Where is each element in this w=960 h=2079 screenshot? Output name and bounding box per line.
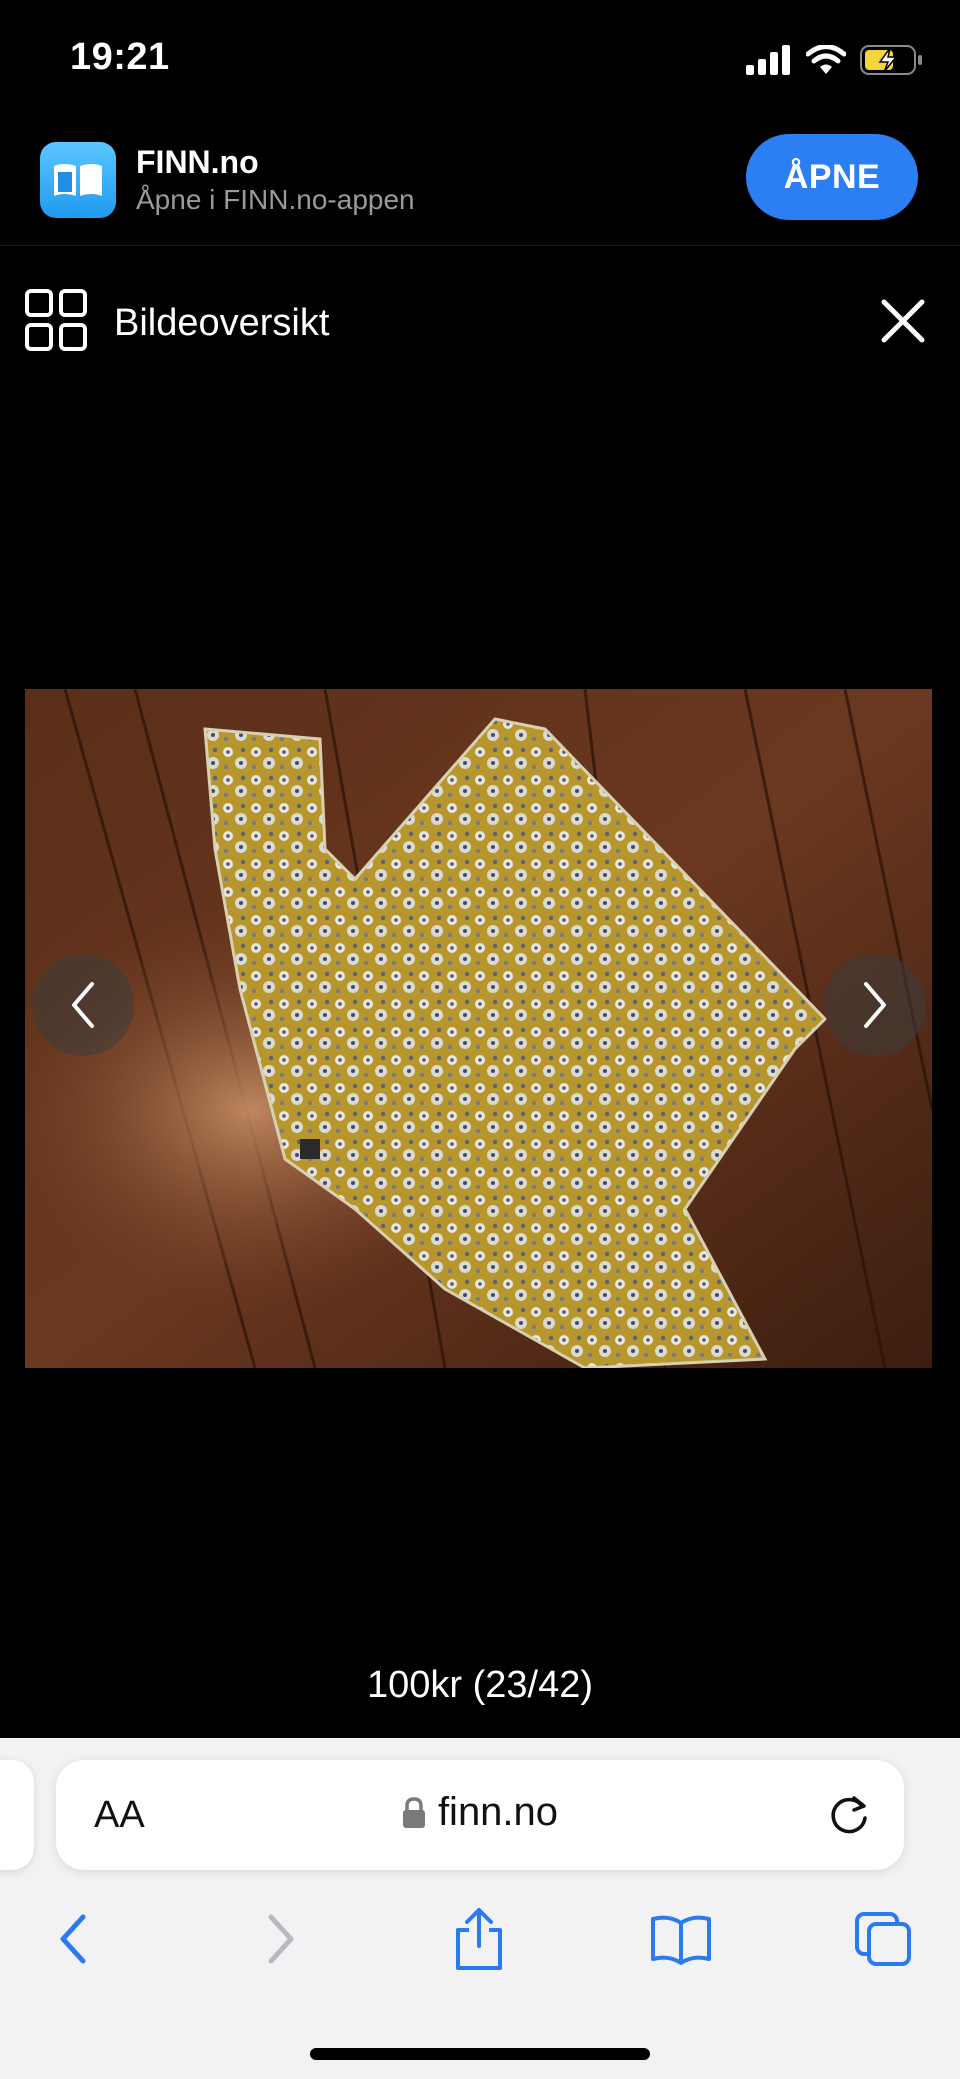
bookmarks-icon: [651, 1915, 711, 1965]
gallery-title[interactable]: Bildeoversikt: [114, 302, 329, 345]
home-indicator: [310, 2048, 650, 2060]
lock-icon: [402, 1796, 425, 1828]
previous-tab-preview[interactable]: [0, 1760, 34, 1870]
wifi-icon: [806, 45, 846, 74]
share-button[interactable]: [444, 1904, 514, 1974]
finn-app-icon[interactable]: [40, 142, 116, 218]
chevron-left-icon: [72, 982, 94, 1028]
tabs-button[interactable]: [848, 1904, 918, 1974]
back-icon: [60, 1914, 86, 1964]
forward-button[interactable]: [246, 1904, 316, 1974]
url-text: finn.no: [437, 1790, 559, 1834]
open-app-button[interactable]: ÅPNE: [746, 134, 918, 220]
previous-image-button[interactable]: [32, 954, 134, 1056]
tabs-icon: [855, 1912, 911, 1966]
app-name: FINN.no: [136, 144, 259, 180]
back-button[interactable]: [38, 1904, 108, 1974]
safari-bottom-bar: AA finn.no: [0, 1738, 960, 2079]
grid-icon[interactable]: [24, 288, 88, 352]
bookmarks-button[interactable]: [646, 1904, 716, 1974]
reload-icon[interactable]: [826, 1792, 872, 1838]
status-time: 19:21: [70, 36, 170, 78]
battery-charging-icon: [860, 45, 922, 75]
app-banner: FINN.no Åpne i FINN.no-appen ÅPNE: [0, 120, 960, 246]
safari-toolbar: [0, 1904, 960, 1984]
gallery-header: Bildeoversikt: [0, 246, 960, 356]
chevron-right-icon: [864, 982, 886, 1028]
listing-photo: [25, 689, 932, 1368]
status-icons: [746, 40, 924, 80]
address-bar[interactable]: AA finn.no: [56, 1760, 904, 1870]
image-caption: 100kr (23/42): [366, 1664, 593, 1706]
app-subtitle: Åpne i FINN.no-appen: [136, 184, 415, 215]
close-icon[interactable]: [880, 298, 926, 344]
next-image-button[interactable]: [824, 954, 926, 1056]
signal-icon: [746, 45, 790, 75]
url-display[interactable]: finn.no: [56, 1790, 904, 1835]
share-icon: [456, 1908, 502, 1970]
status-bar: 19:21: [0, 0, 960, 120]
forward-icon: [268, 1914, 294, 1964]
